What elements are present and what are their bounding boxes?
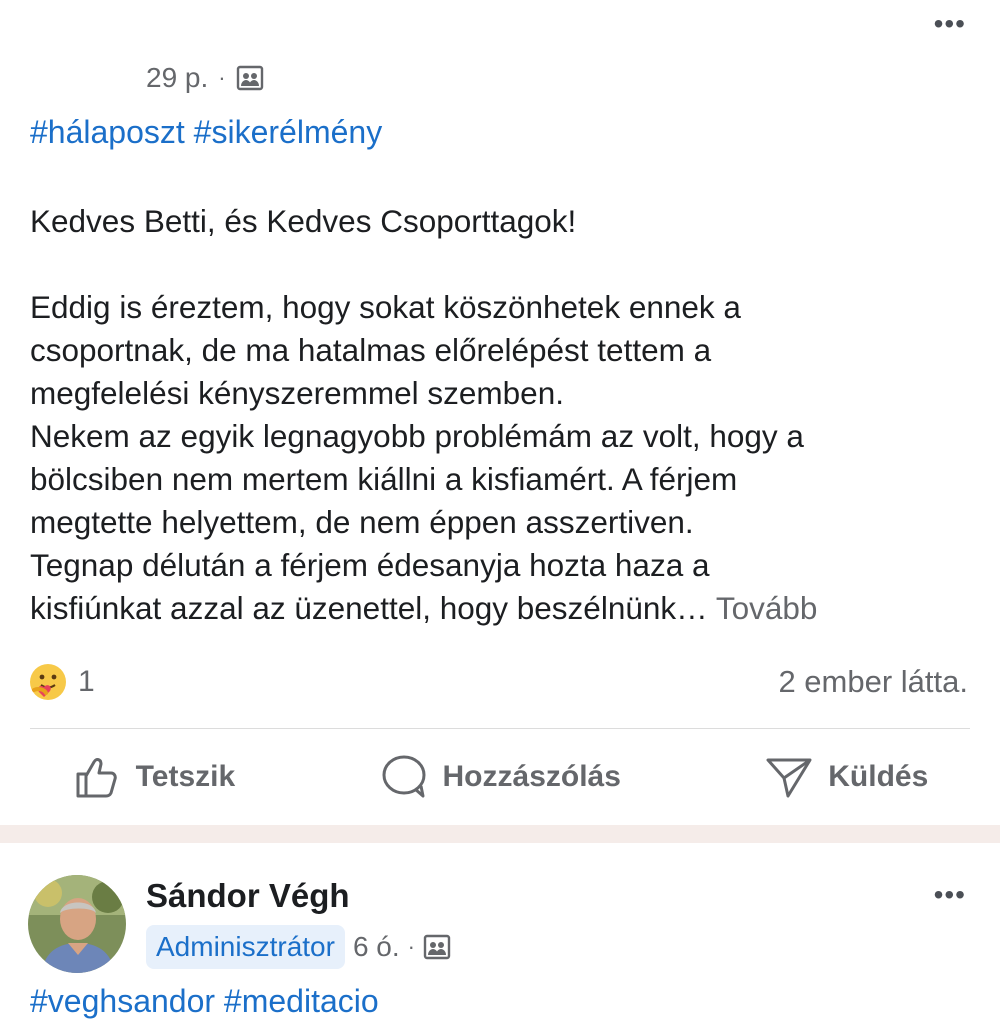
group-icon (236, 65, 263, 91)
post-card: Sándor Végh ••• Adminisztrátor 6 ó. · #v… (0, 843, 1000, 1019)
reaction-count: 1 (78, 665, 95, 698)
post-hashtags[interactable]: #veghsandor #meditacio (30, 983, 379, 1020)
divider (30, 728, 970, 729)
avatar[interactable] (28, 875, 126, 973)
post-body: Kedves Betti, és Kedves Csoporttagok! Ed… (30, 200, 970, 630)
meta-separator: · (218, 65, 226, 90)
post-hashtags[interactable]: #hálaposzt #sikerélmény (30, 114, 382, 151)
thumbs-up-icon (76, 758, 117, 798)
post-actions: Tetszik Hozzászólás Küldés (0, 744, 1000, 810)
more-options-icon[interactable]: ••• (934, 881, 966, 909)
post-line: Nekem az egyik legnagyobb problémám az v… (30, 418, 804, 454)
post-line: Tegnap délután a férjem édesanyja hozta … (30, 547, 710, 583)
more-options-icon[interactable]: ••• (934, 10, 966, 38)
post-meta: 29 p. · (146, 62, 264, 94)
comment-button[interactable]: Hozzászólás (379, 752, 621, 802)
like-label: Tetszik (135, 760, 236, 793)
like-button[interactable]: Tetszik (72, 752, 235, 802)
comment-label: Hozzászólás (442, 760, 621, 793)
post-meta: Adminisztrátor 6 ó. · (146, 925, 451, 969)
post-line: kisfiúnkat azzal az üzenettel, hogy besz… (30, 590, 708, 626)
send-button[interactable]: Küldés (764, 752, 928, 802)
post-greeting: Kedves Betti, és Kedves Csoporttagok! (30, 203, 577, 239)
post-line: megtette helyettem, de nem éppen asszert… (30, 504, 694, 540)
view-count[interactable]: 2 ember látta. (778, 664, 968, 700)
see-more-link[interactable]: Tovább (716, 590, 818, 626)
post-time[interactable]: 6 ó. (353, 931, 400, 963)
group-icon (423, 934, 451, 960)
feed-separator (0, 825, 1000, 843)
post-last-line: kisfiúnkat azzal az üzenettel, hogy besz… (30, 587, 970, 630)
meta-separator: · (407, 934, 415, 959)
send-icon (766, 758, 812, 798)
comment-icon (382, 755, 426, 798)
post-line: Eddig is éreztem, hogy sokat köszönhetek… (30, 289, 741, 325)
post-line: csoportnak, de ma hatalmas előrelépést t… (30, 332, 712, 368)
reaction-summary[interactable]: 1 (28, 662, 95, 702)
avatar-photo (28, 875, 126, 973)
post-line: bölcsiben nem mertem kiállni a kisfiamér… (30, 461, 738, 497)
post-time[interactable]: 29 p. (146, 62, 208, 94)
role-badge: Adminisztrátor (146, 925, 345, 969)
post-line: megfelelési kényszeremmel szemben. (30, 375, 564, 411)
care-reaction-icon (30, 664, 66, 700)
send-label: Küldés (828, 760, 929, 793)
post-card: ••• 29 p. · #hálaposzt #sikerélmény Kedv… (0, 0, 1000, 825)
author-name[interactable]: Sándor Végh (146, 877, 350, 915)
